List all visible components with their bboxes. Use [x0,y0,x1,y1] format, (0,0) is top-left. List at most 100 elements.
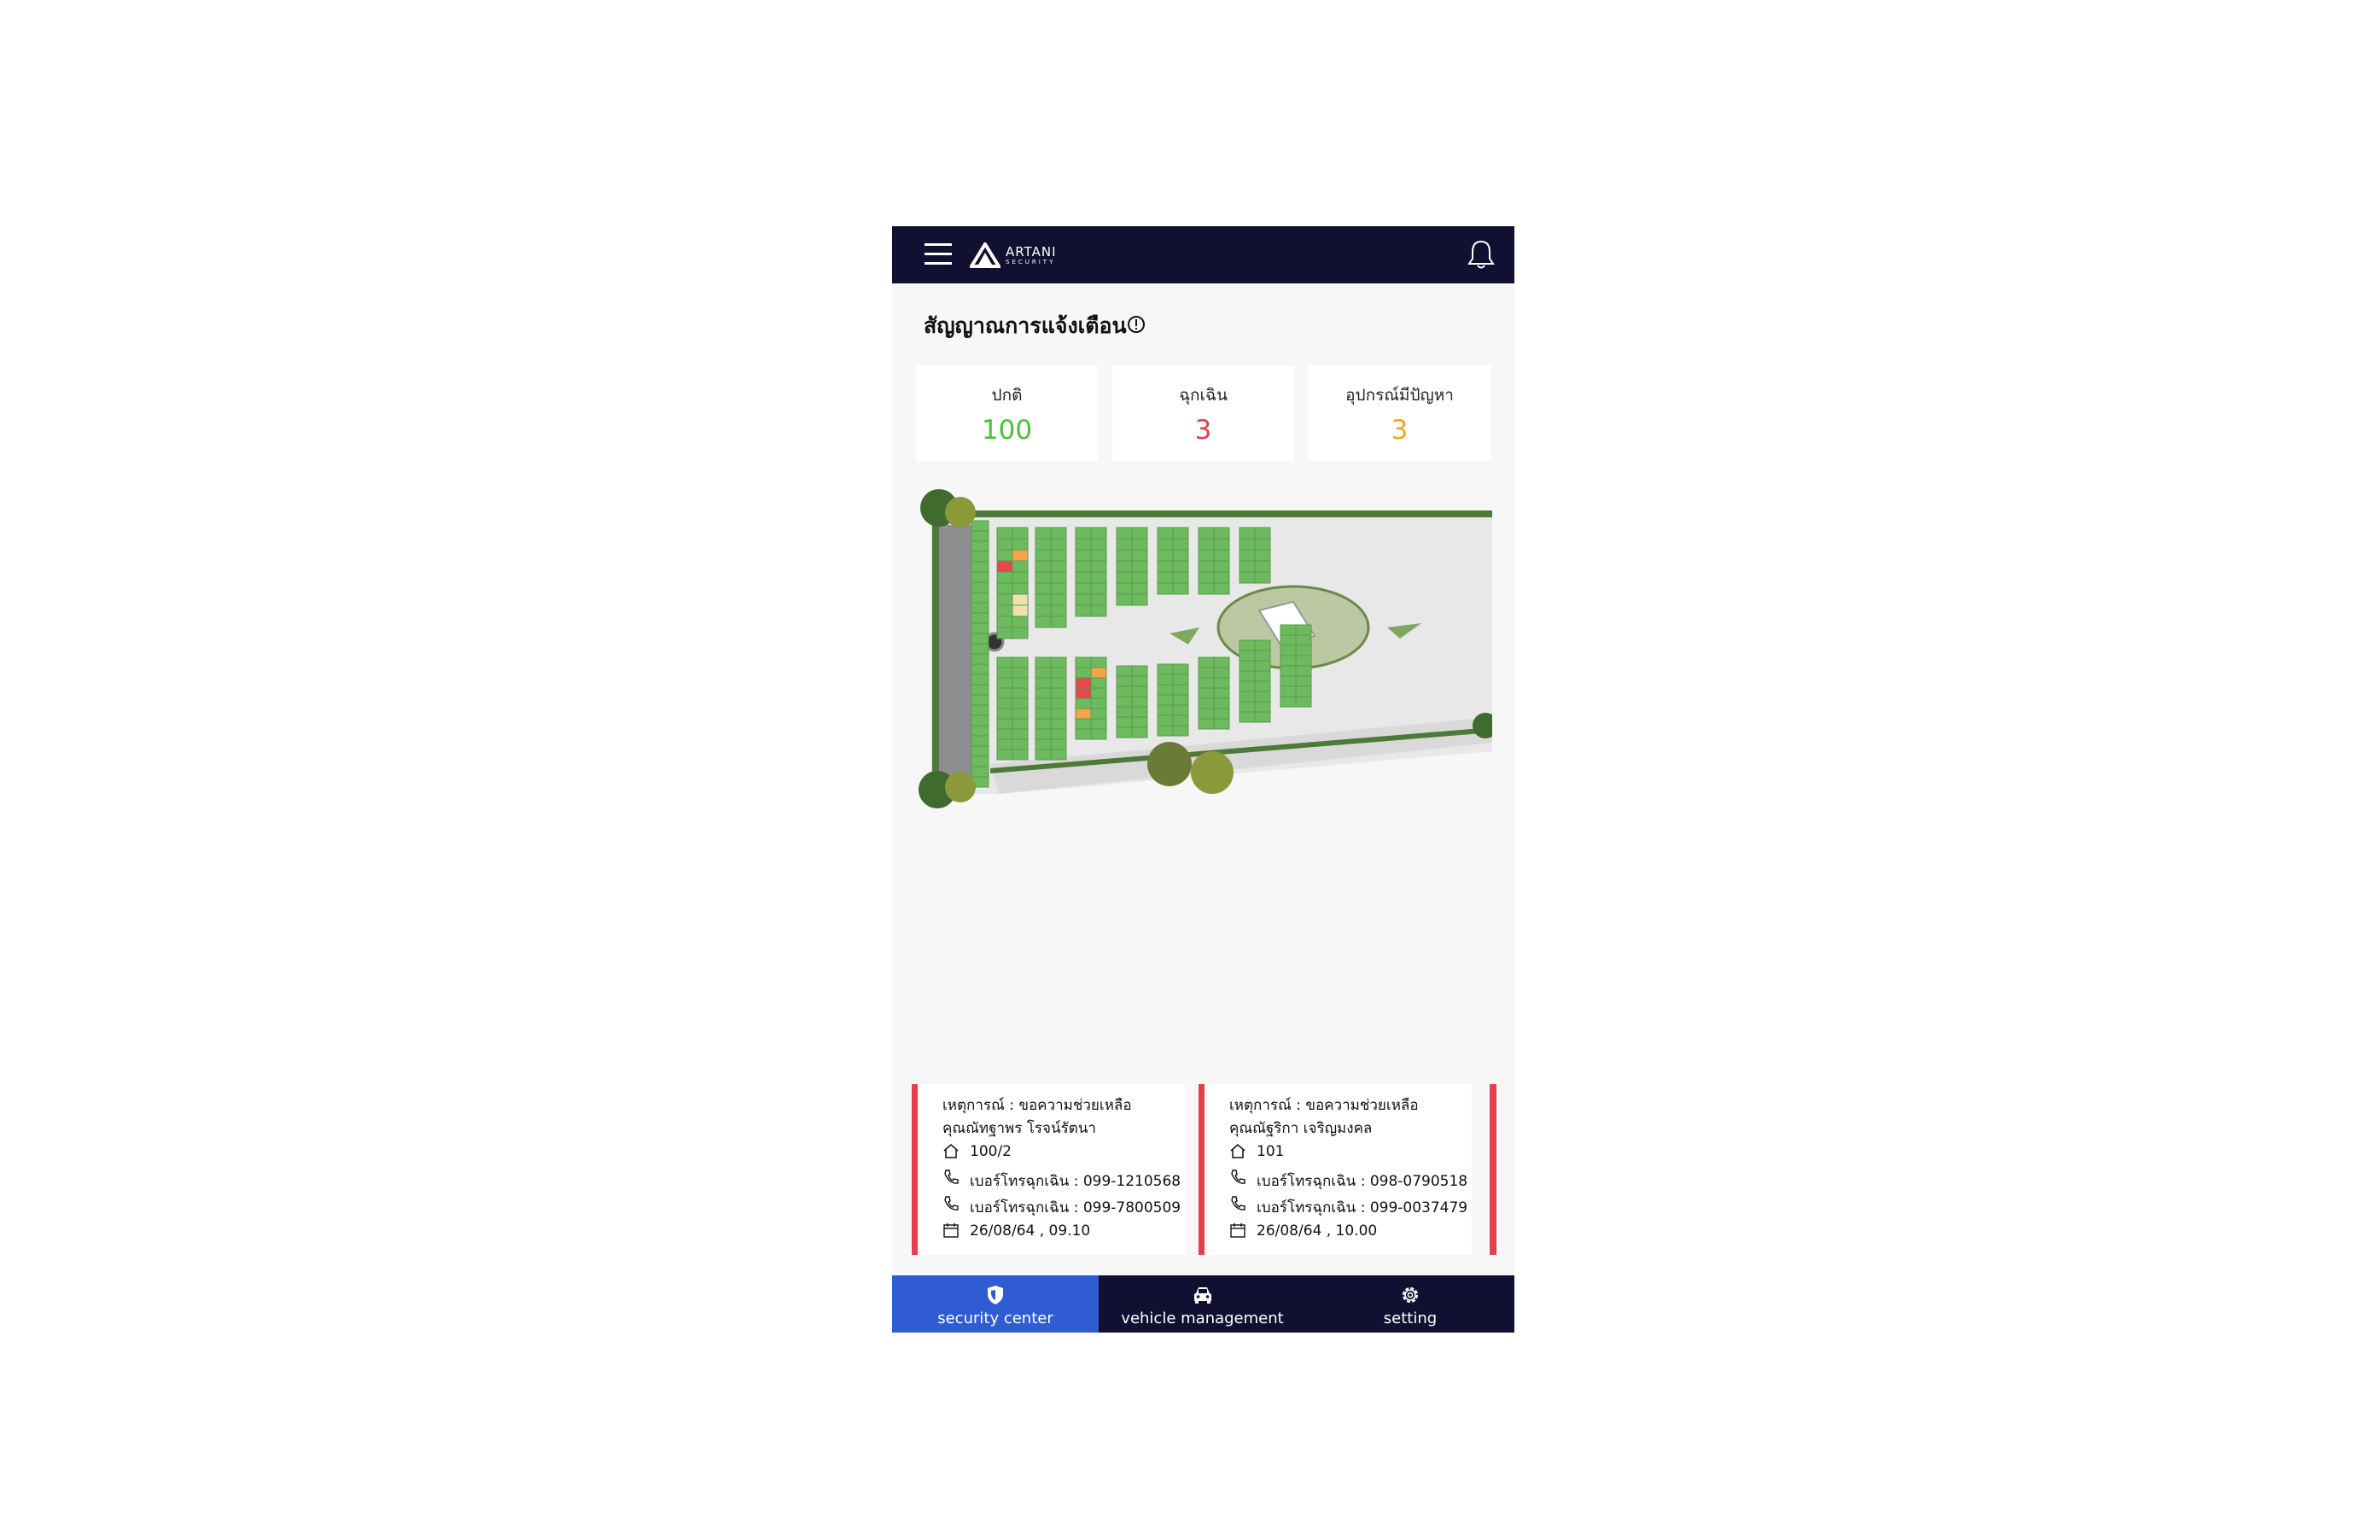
house-plot[interactable] [1239,660,1256,672]
house-plot[interactable] [1050,738,1067,750]
house-plot[interactable] [996,571,1013,584]
house-plot[interactable] [1295,624,1312,636]
house-plot[interactable] [971,581,989,593]
house-plot[interactable] [1075,708,1092,720]
house-plot[interactable] [1012,728,1029,740]
house-plot[interactable] [1116,685,1133,697]
house-plot[interactable] [1280,634,1297,646]
house-plot[interactable] [1075,538,1092,551]
house-plot[interactable] [1035,708,1052,720]
house-plot[interactable] [996,615,1013,628]
house-plot[interactable] [1035,718,1052,730]
house-plot[interactable] [1075,571,1092,584]
house-plot[interactable] [1131,706,1148,718]
house-plot[interactable] [1012,538,1029,551]
house-plot[interactable] [1035,738,1052,750]
house-plot[interactable] [1050,708,1067,720]
house-plot[interactable] [971,735,989,747]
house-plot[interactable] [1295,665,1312,677]
house-plot[interactable] [1012,593,1029,606]
house-plot[interactable] [971,561,989,573]
tab-vehicle-management[interactable]: vehicle management [1099,1275,1306,1333]
house-plot[interactable] [996,677,1013,689]
house-plot[interactable] [996,538,1013,551]
house-plot[interactable] [1035,604,1052,617]
house-plot[interactable] [1172,725,1189,737]
house-plot[interactable] [1012,656,1029,668]
house-plot[interactable] [1035,677,1052,689]
house-plot[interactable] [1090,708,1107,720]
house-plot[interactable] [1012,549,1029,562]
house-plot[interactable] [1035,697,1052,709]
house-plot[interactable] [1035,560,1052,573]
notification-bell-icon[interactable] [1466,238,1496,271]
incident-phone-2[interactable]: เบอร์โทรฉุกเฉิน : 099-0037479 [1257,1196,1467,1219]
house-plot[interactable] [1050,615,1067,628]
house-plot[interactable] [996,749,1013,761]
house-plot[interactable] [1198,687,1215,699]
house-plot[interactable] [996,738,1013,750]
house-plot[interactable] [1157,715,1174,726]
house-plot[interactable] [1035,749,1052,761]
house-plot[interactable] [1116,549,1133,562]
house-plot[interactable] [1012,527,1029,540]
house-plot[interactable] [1090,549,1107,562]
house-plot[interactable] [1090,718,1107,730]
house-plot[interactable] [1254,660,1271,672]
house-plot[interactable] [1254,538,1271,551]
house-plot[interactable] [1050,728,1067,740]
house-plot[interactable] [1239,650,1256,662]
house-plot[interactable] [1050,687,1067,699]
house-plot[interactable] [1280,645,1297,656]
house-plot[interactable] [1035,615,1052,628]
house-plot[interactable] [1050,593,1067,606]
house-plot[interactable] [1050,538,1067,551]
house-plot[interactable] [1198,667,1215,679]
house-plot[interactable] [971,530,989,542]
house-plot[interactable] [1075,718,1092,730]
incident-card[interactable]: เหตุการณ์ : ขอความช่วยเหลือ คุณณัทฐาพร โ… [912,1084,1185,1255]
house-plot[interactable] [1116,527,1133,540]
house-plot[interactable] [1035,687,1052,699]
house-plot[interactable] [1239,549,1256,562]
house-plot[interactable] [1213,538,1230,551]
house-plot[interactable] [1172,684,1189,696]
house-plot[interactable] [1075,549,1092,562]
house-plot[interactable] [971,663,989,675]
house-plot[interactable] [1254,680,1271,692]
house-plot[interactable] [996,593,1013,606]
house-plot[interactable] [1050,697,1067,709]
house-plot[interactable] [996,708,1013,720]
house-plot[interactable] [1050,749,1067,761]
house-plot[interactable] [1157,527,1174,540]
house-plot[interactable] [971,684,989,696]
house-plot[interactable] [1131,593,1148,606]
house-plot[interactable] [996,582,1013,595]
house-plot[interactable] [1239,701,1256,713]
house-plot[interactable] [971,571,989,583]
house-plot[interactable] [996,527,1013,540]
house-plot[interactable] [1239,571,1256,584]
house-plot[interactable] [1295,696,1312,708]
house-plot[interactable] [971,745,989,757]
house-plot[interactable] [1090,582,1107,595]
house-plot[interactable] [1254,711,1271,723]
house-plot[interactable] [1116,726,1133,738]
house-plot[interactable] [1012,615,1029,628]
house-plot[interactable] [1295,685,1312,697]
house-plot[interactable] [1075,697,1092,709]
house-plot[interactable] [1090,677,1107,689]
house-plot[interactable] [1172,694,1189,706]
house-plot[interactable] [971,622,989,634]
house-plot[interactable] [1116,706,1133,718]
house-plot[interactable] [1131,685,1148,697]
house-plot[interactable] [971,704,989,716]
house-plot[interactable] [996,697,1013,709]
house-plot[interactable] [1172,674,1189,685]
house-plot[interactable] [1280,624,1297,636]
house-plot[interactable] [1050,718,1067,730]
house-plot[interactable] [971,592,989,604]
house-plot[interactable] [1012,582,1029,595]
house-plot[interactable] [1050,549,1067,562]
house-plot[interactable] [1012,708,1029,720]
